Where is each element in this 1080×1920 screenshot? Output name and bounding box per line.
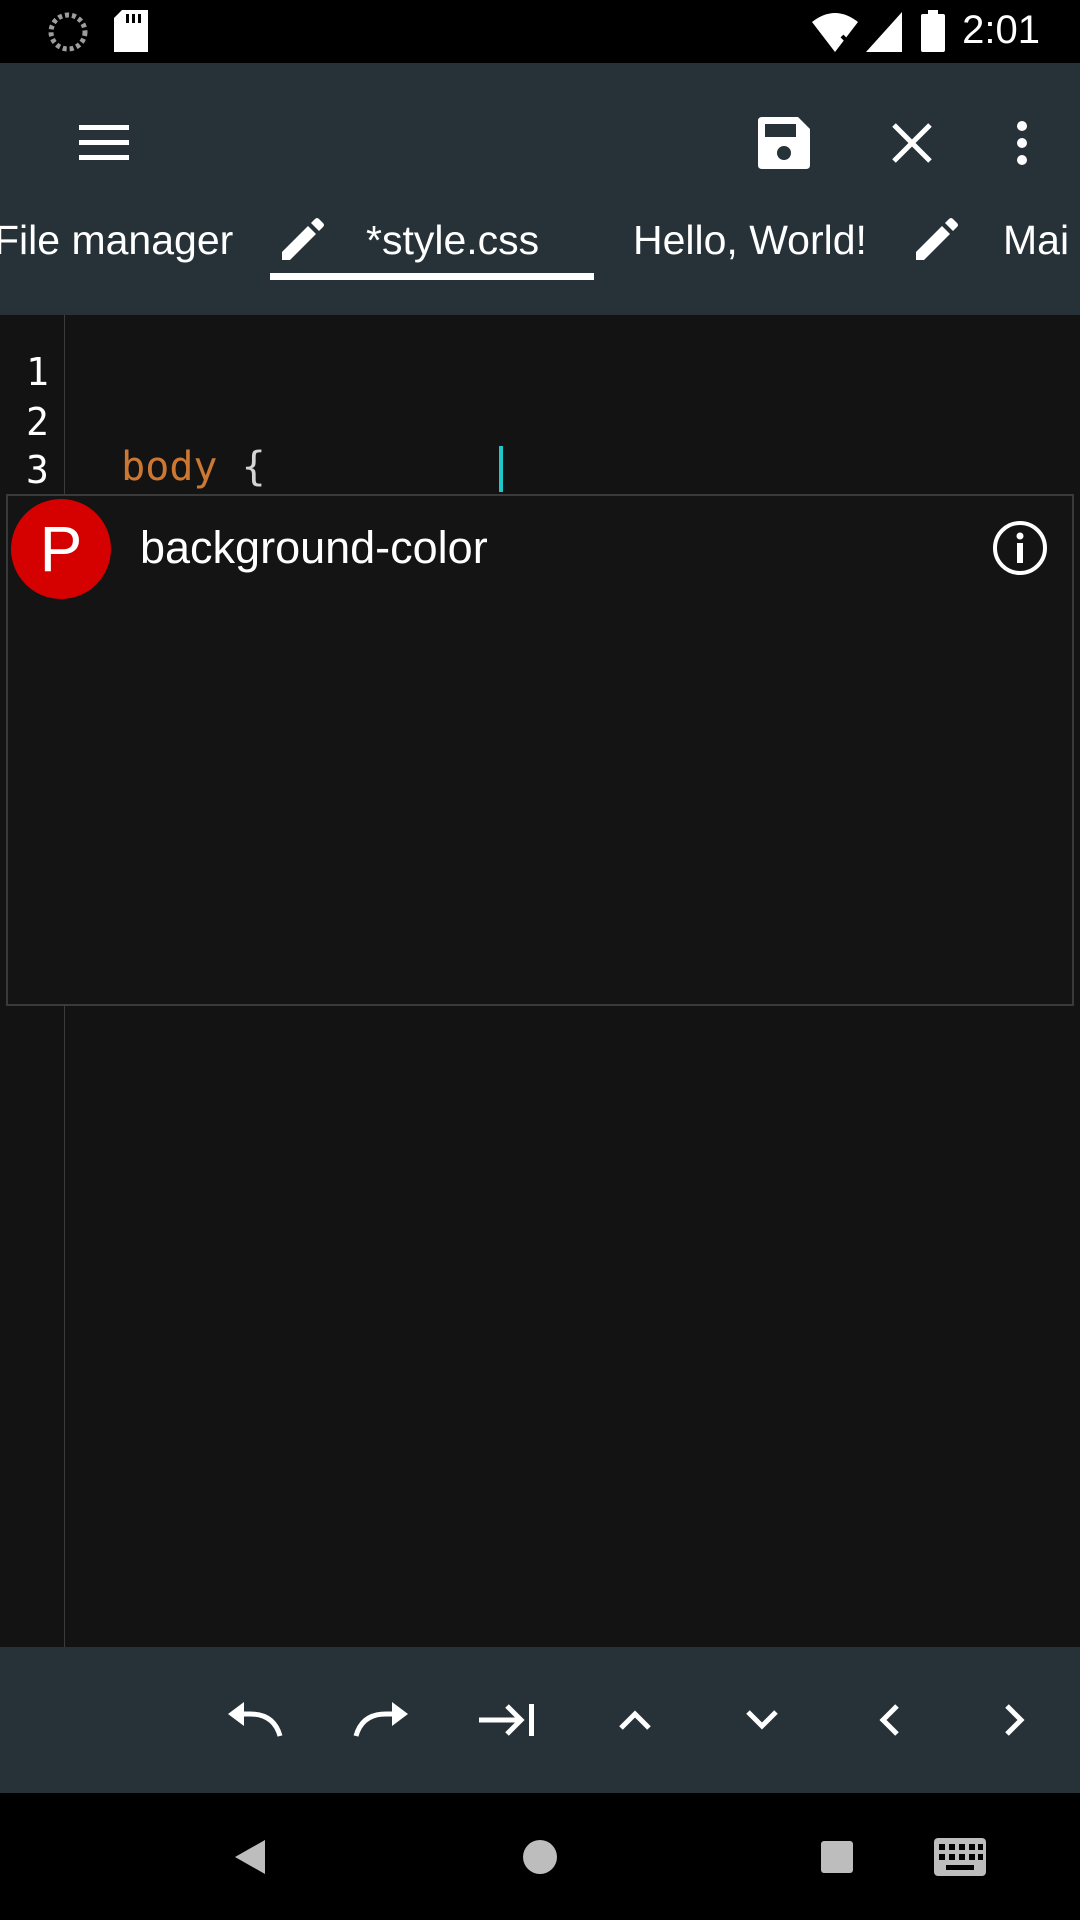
nav-recents-button[interactable]: [797, 1817, 877, 1897]
undo-button[interactable]: [220, 1685, 290, 1755]
edit-pencil-icon: [282, 218, 324, 260]
tab-label: Hello, World!: [633, 216, 867, 263]
close-file-button[interactable]: [872, 103, 952, 183]
menu-button[interactable]: [64, 103, 144, 183]
line-number: 1: [26, 350, 49, 394]
save-icon: [758, 117, 810, 169]
suggestion-label: background-color: [140, 522, 488, 573]
keyboard-icon: [934, 1838, 986, 1876]
recents-icon: [821, 1841, 853, 1873]
nav-home-button[interactable]: [500, 1817, 580, 1897]
arrow-left-icon: [879, 1704, 899, 1736]
info-icon: [993, 521, 1047, 575]
nav-back-button[interactable]: [210, 1817, 290, 1897]
redo-icon: [353, 1702, 408, 1737]
more-vert-icon: [1017, 121, 1027, 165]
loading-indicator-icon: [48, 12, 88, 52]
nav-keyboard-button[interactable]: [920, 1817, 1000, 1897]
sd-card-icon: [114, 10, 148, 52]
tab-main[interactable]: Mai: [912, 190, 1069, 290]
cursor-up-button[interactable]: [600, 1685, 670, 1755]
edit-pencil-icon: [916, 218, 958, 260]
line-number: 3: [26, 448, 49, 492]
undo-icon: [228, 1702, 283, 1737]
back-icon: [235, 1840, 265, 1874]
text-cursor: [499, 446, 503, 492]
wifi-icon: [812, 13, 858, 52]
edit-toolbar: [0, 1647, 1080, 1793]
status-bar: 2:01: [0, 0, 1080, 63]
home-icon: [523, 1840, 557, 1874]
tab-hello-world[interactable]: Hello, World!: [633, 190, 867, 290]
autocomplete-item[interactable]: P background-color: [8, 496, 1072, 602]
cursor-right-button[interactable]: [980, 1685, 1050, 1755]
system-nav-bar: [0, 1793, 1080, 1920]
save-button[interactable]: [744, 103, 824, 183]
active-tab-indicator: [270, 273, 594, 280]
close-icon: [892, 123, 932, 163]
arrow-down-icon: [746, 1710, 778, 1730]
cell-signal-icon: [866, 12, 902, 52]
autocomplete-popup: P background-color: [6, 494, 1074, 1006]
cursor-left-button[interactable]: [854, 1685, 924, 1755]
redo-button[interactable]: [346, 1685, 416, 1755]
arrow-right-icon: [1005, 1704, 1025, 1736]
suggestion-info-button[interactable]: [990, 518, 1050, 578]
tab-file-manager[interactable]: File manager: [0, 190, 233, 290]
line-number: 2: [26, 400, 49, 444]
tab-label: *style.css: [366, 216, 540, 263]
property-badge: P: [11, 499, 111, 599]
cursor-down-button[interactable]: [727, 1685, 797, 1755]
arrow-up-icon: [619, 1710, 651, 1730]
hamburger-menu-icon: [79, 125, 129, 160]
insert-tab-button[interactable]: [472, 1685, 542, 1755]
overflow-menu-button[interactable]: [982, 103, 1062, 183]
tab-label: Mai: [1003, 216, 1070, 263]
battery-icon: [921, 10, 945, 52]
tab-insert-icon: [479, 1704, 534, 1736]
tab-label: File manager: [0, 216, 234, 263]
status-time: 2:01: [962, 8, 1040, 52]
